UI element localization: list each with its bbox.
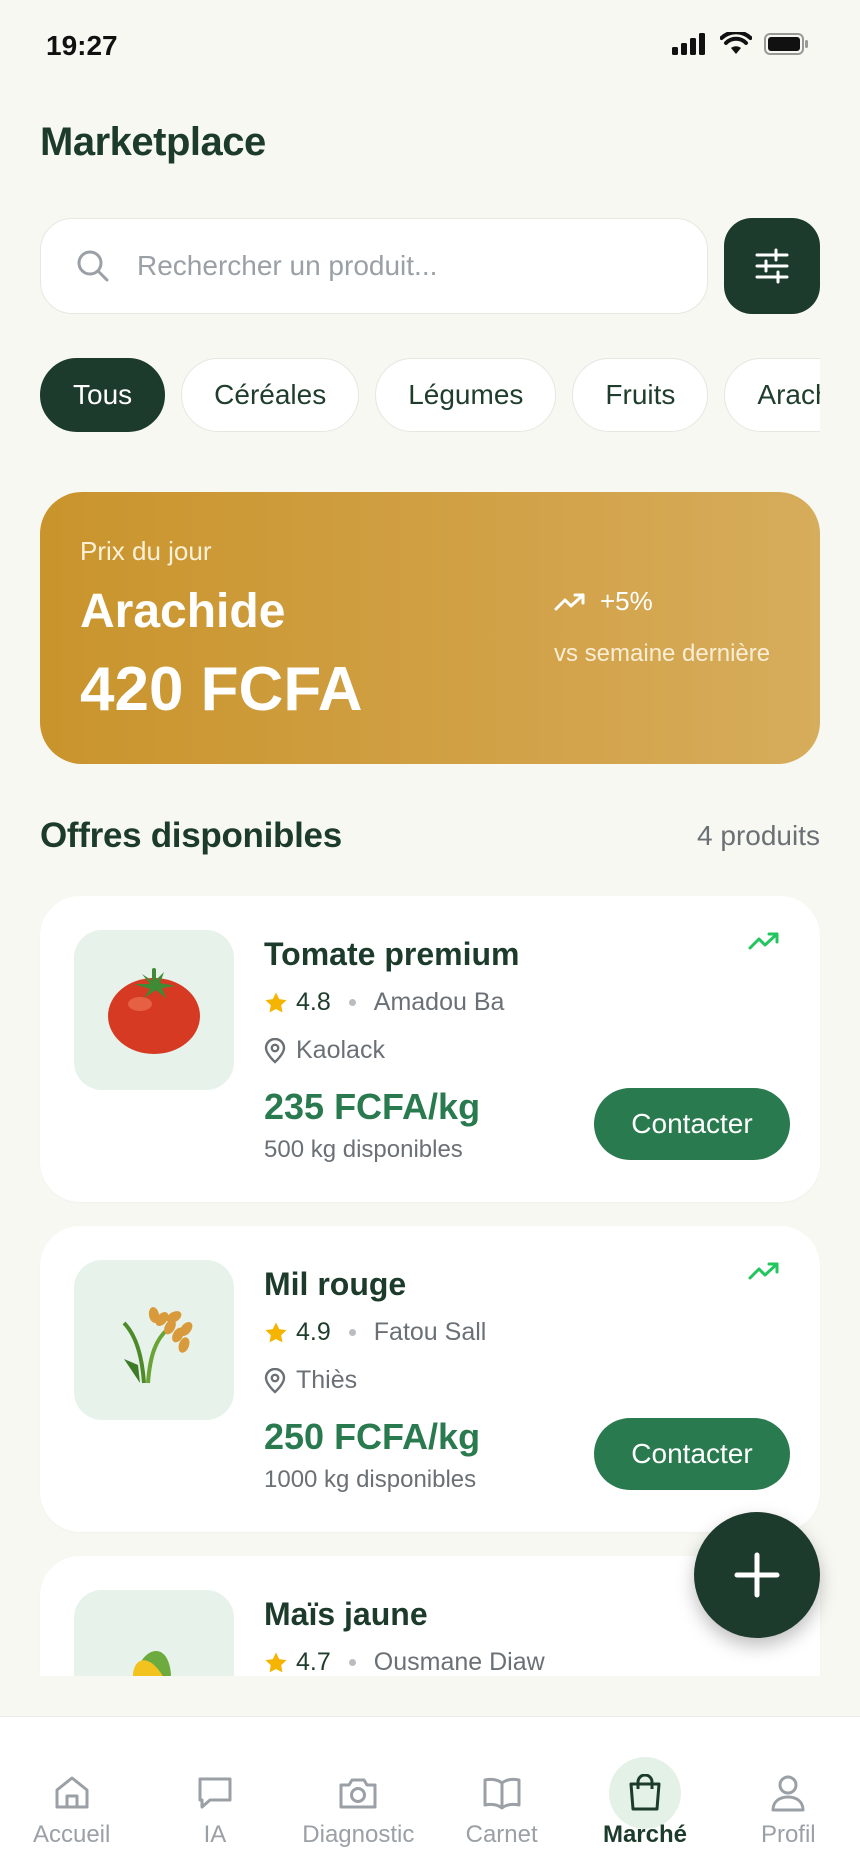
nav-item-marche[interactable]: Marché (573, 1717, 716, 1864)
price-trend: +5% (554, 586, 653, 617)
search-input[interactable] (137, 250, 677, 282)
offer-location-label: Thiès (296, 1366, 358, 1394)
offer-price: 235 FCFA/kg (264, 1086, 481, 1127)
nav-item-carnet[interactable]: Carnet (430, 1717, 573, 1864)
signal-icon (672, 33, 705, 55)
map-pin-icon (264, 1367, 286, 1394)
bottom-nav: Accueil IA Diagnostic Carnet Marché Prof… (0, 1716, 860, 1864)
offer-meta: 4.9 Fatou Sall (264, 1318, 486, 1347)
contact-button[interactable]: Contacter (594, 1088, 790, 1160)
offer-meta: 4.7 Ousmane Diaw (264, 1648, 545, 1676)
offer-location: Thiès (264, 1366, 357, 1395)
filter-button[interactable] (724, 218, 820, 314)
chip-cereales[interactable]: Céréales (181, 358, 360, 432)
offer-name: Maïs jaune (264, 1596, 428, 1632)
offer-thumbnail (74, 1590, 234, 1676)
offers-section-title: Offres disponibles (40, 816, 342, 855)
offer-location: Kaolack (264, 1036, 385, 1065)
offer-rating: 4.7 (296, 1648, 331, 1676)
chip-legumes[interactable]: Légumes (375, 358, 557, 432)
chip-arachide[interactable]: Arachide (724, 358, 820, 432)
nav-item-ia[interactable]: IA (143, 1717, 286, 1864)
offer-card[interactable]: Mil rouge 4.9 Fatou Sall Thiès 250 FCFA/… (40, 1226, 820, 1532)
offer-price: 250 FCFA/kg (264, 1416, 481, 1457)
offer-thumbnail (74, 930, 234, 1090)
contact-button[interactable]: Contacter (594, 1418, 790, 1490)
offer-rating: 4.9 (296, 1318, 331, 1346)
trending-up-icon (748, 932, 779, 950)
offer-name: Mil rouge (264, 1266, 407, 1302)
offer-seller: Fatou Sall (373, 1318, 487, 1346)
nav-label: Diagnostic (302, 1821, 415, 1848)
millet-icon (122, 1307, 193, 1384)
separator-dot (348, 1329, 356, 1336)
price-comparison: vs semaine dernière (554, 640, 771, 667)
nav-label: Accueil (32, 1821, 111, 1848)
offer-rating: 4.8 (296, 988, 331, 1016)
offer-stock: 1000 kg disponibles (264, 1466, 477, 1493)
book-icon (466, 1757, 538, 1829)
status-bar: 19:27 (0, 0, 860, 96)
sliders-icon (755, 248, 789, 284)
offer-name: Tomate premium (264, 936, 520, 972)
star-icon (265, 1322, 287, 1342)
add-offer-button[interactable] (694, 1512, 820, 1638)
trending-up-icon (554, 593, 585, 610)
offer-location-label: Kaolack (296, 1036, 385, 1064)
nav-label: Carnet (465, 1821, 538, 1848)
trending-up-icon (748, 1262, 779, 1280)
camera-icon (322, 1757, 394, 1829)
separator-dot (348, 999, 356, 1006)
chip-tous[interactable]: Tous (40, 358, 166, 432)
nav-item-profil[interactable]: Profil (717, 1717, 860, 1864)
nav-item-accueil[interactable]: Accueil (0, 1717, 143, 1864)
offer-stock: 500 kg disponibles (264, 1136, 463, 1163)
plus-icon (734, 1552, 780, 1598)
nav-item-diagnostic[interactable]: Diagnostic (287, 1717, 430, 1864)
price-change: +5% (600, 586, 653, 616)
search-box[interactable] (40, 218, 708, 314)
corn-icon (132, 1651, 171, 1676)
offer-thumbnail (74, 1260, 234, 1420)
offers-count: 4 produits (697, 820, 820, 851)
status-time: 19:27 (46, 30, 118, 61)
user-icon (752, 1757, 824, 1829)
search-icon (77, 250, 109, 282)
status-icons (672, 32, 810, 56)
tomato-icon (108, 968, 200, 1054)
offer-seller: Amadou Ba (373, 988, 505, 1016)
nav-label: Marché (602, 1821, 687, 1848)
page-title: Marketplace (40, 120, 266, 164)
price-of-day-card[interactable]: Prix du jour Arachide 420 FCFA +5% vs se… (40, 492, 820, 764)
home-icon (36, 1757, 108, 1829)
price-value: 420 FCFA (80, 655, 363, 724)
category-chips: Tous Céréales Légumes Fruits Arachide (40, 358, 820, 434)
star-icon (265, 992, 287, 1012)
chip-fruits[interactable]: Fruits (572, 358, 709, 432)
battery-icon (764, 33, 808, 55)
separator-dot (348, 1659, 356, 1666)
offer-card[interactable]: Tomate premium 4.8 Amadou Ba Kaolack 235… (40, 896, 820, 1202)
star-icon (265, 1652, 287, 1672)
offer-seller: Ousmane Diaw (373, 1648, 545, 1676)
map-pin-icon (264, 1037, 286, 1064)
price-product: Arachide (80, 585, 286, 638)
nav-label: Profil (760, 1821, 816, 1848)
wifi-icon (720, 32, 752, 54)
price-label: Prix du jour (80, 536, 212, 566)
offer-meta: 4.8 Amadou Ba (264, 988, 504, 1017)
shopping-bag-icon (608, 1757, 681, 1829)
nav-label: IA (203, 1821, 227, 1848)
chat-icon (179, 1757, 251, 1829)
